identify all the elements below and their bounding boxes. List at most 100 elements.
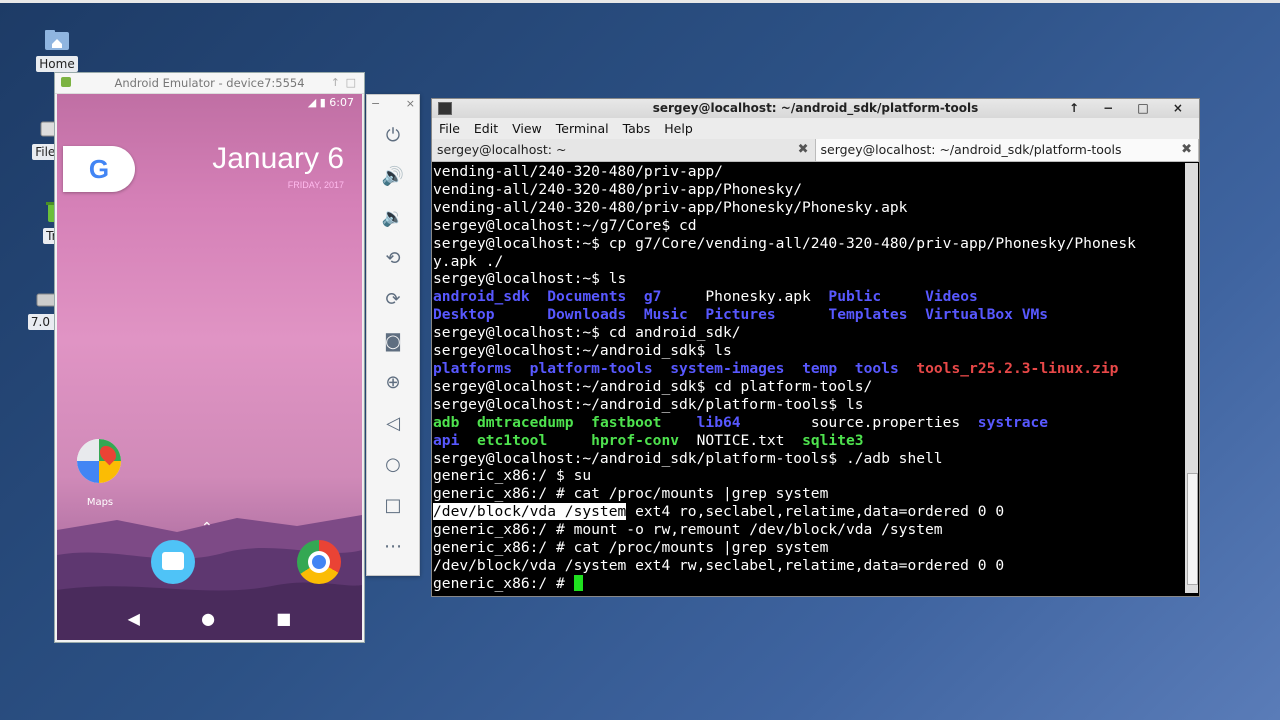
google-logo-icon: G — [88, 154, 110, 184]
back-icon[interactable]: ◁ — [367, 413, 419, 434]
terminal-text: platform-tools — [529, 359, 653, 377]
terminal-titlebar[interactable]: sergey@localhost: ~/android_sdk/platform… — [432, 99, 1199, 118]
terminal-line: generic_x86:/ # cat /proc/mounts |grep s… — [433, 485, 1183, 503]
terminal-text: generic_x86:/ # — [433, 574, 574, 592]
tab-platform-tools[interactable]: sergey@localhost: ~/android_sdk/platform… — [815, 139, 1199, 161]
terminal-line: generic_x86:/ # — [433, 574, 1183, 593]
menu-edit[interactable]: Edit — [474, 121, 498, 136]
menu-file[interactable]: File — [439, 121, 460, 136]
app-drawer-arrow-icon[interactable]: ⌃ — [201, 520, 213, 536]
tab-label: sergey@localhost: ~/android_sdk/platform… — [820, 142, 1122, 157]
toolbar-minimize-icon[interactable]: − — [371, 97, 380, 110]
menu-help[interactable]: Help — [664, 121, 693, 136]
nav-home-icon[interactable]: ● — [201, 609, 215, 628]
terminal-text: hprof-conv — [591, 431, 680, 449]
terminal-text: adb — [433, 413, 460, 431]
home-icon[interactable]: ○ — [367, 454, 419, 475]
terminal-line: vending-all/240-320-480/priv-app/ — [433, 163, 1183, 181]
nav-back-icon[interactable]: ◀ — [128, 609, 140, 628]
terminal-text: Downloads — [547, 306, 627, 324]
terminal-line: /dev/block/vda /system ext4 rw,seclabel,… — [433, 557, 1183, 575]
terminal-line: vending-all/240-320-480/priv-app/Phonesk… — [433, 199, 1183, 217]
terminal-text: system-images — [670, 359, 785, 377]
app-messages[interactable] — [151, 540, 195, 584]
emulator-title: Android Emulator - device7:5554 — [114, 76, 305, 90]
terminal-text: VirtualBox VMs — [925, 306, 1049, 324]
toolbar-close-icon[interactable]: × — [406, 97, 415, 110]
signal-icon: ◢ ▮ — [307, 96, 330, 109]
maximize-icon[interactable]: ↑ — [331, 73, 340, 93]
app-label: Maps — [86, 497, 114, 508]
tab-bar: sergey@localhost: ~ ✖ sergey@localhost: … — [432, 139, 1199, 162]
terminal-text: Videos — [925, 288, 978, 306]
app-chrome[interactable] — [297, 540, 341, 584]
terminal-text: /dev/block/vda /system — [433, 503, 627, 521]
google-search-widget[interactable]: G — [63, 146, 135, 192]
window-controls[interactable]: ↑ − □ × — [1069, 99, 1193, 118]
android-screen[interactable]: ◢ ▮ 6:07 G January 6 FRIDAY, 2017 Maps ⌃… — [57, 94, 362, 640]
menu-terminal[interactable]: Terminal — [556, 121, 609, 136]
more-icon[interactable]: ⋯ — [367, 536, 419, 557]
terminal-text: vending-all/240-320-480/priv-app/Phonesk… — [433, 198, 908, 216]
nav-recents-icon[interactable]: ■ — [276, 609, 291, 628]
overview-icon[interactable]: □ — [367, 495, 419, 516]
terminal-text: Phonesky.apk — [661, 288, 829, 306]
terminal-text: sergey@localhost:~/android_sdk/platform-… — [433, 449, 943, 467]
volume-up-icon[interactable]: 🔊 — [367, 166, 419, 187]
terminal-line: sergey@localhost:~$ cd android_sdk/ — [433, 324, 1183, 342]
terminal-line: adb dmtracedump fastboot lib64 source.pr… — [433, 414, 1183, 432]
terminal-text: temp — [802, 359, 838, 377]
date-subtitle: FRIDAY, 2017 — [287, 180, 344, 190]
terminal-scrollbar[interactable] — [1185, 163, 1198, 593]
date-widget[interactable]: January 6 — [212, 142, 344, 176]
terminal-text: dmtracedump — [476, 413, 574, 431]
terminal-line: sergey@localhost:~$ cp g7/Core/vending-a… — [433, 235, 1183, 253]
terminal-text: sergey@localhost:~/android_sdk$ ls — [433, 342, 732, 360]
rotate-left-icon[interactable]: ⟲ — [367, 248, 419, 269]
terminal-text: Templates — [828, 306, 908, 324]
app-maps[interactable]: Maps — [77, 439, 123, 508]
messages-icon — [162, 552, 184, 570]
terminal-cursor — [573, 574, 583, 591]
terminal-line: android_sdk Documents g7 Phonesky.apk Pu… — [433, 288, 1183, 306]
terminal-text: Desktop — [433, 306, 495, 324]
power-icon[interactable]: ⏻ — [367, 125, 419, 146]
terminal-line: sergey@localhost:~/android_sdk$ ls — [433, 342, 1183, 360]
terminal-text: generic_x86:/ # cat /proc/mounts |grep s… — [433, 539, 829, 557]
emulator-window[interactable]: Android Emulator - device7:5554 ↑ □ ◢ ▮ … — [54, 72, 365, 643]
menu-view[interactable]: View — [512, 121, 542, 136]
terminal-text: api — [433, 431, 460, 449]
tab-close-icon[interactable]: ✖ — [1181, 139, 1192, 161]
volume-down-icon[interactable]: 🔉 — [367, 207, 419, 228]
camera-icon[interactable]: ◙ — [367, 331, 419, 352]
terminal-line: generic_x86:/ # mount -o rw,remount /dev… — [433, 521, 1183, 539]
terminal-output[interactable]: vending-all/240-320-480/priv-app/vending… — [433, 163, 1183, 593]
terminal-text: Public — [828, 288, 882, 306]
terminal-icon — [438, 102, 452, 115]
terminal-line: platforms platform-tools system-images t… — [433, 360, 1183, 378]
tab-close-icon[interactable]: ✖ — [798, 139, 809, 161]
terminal-text: sergey@localhost:~/android_sdk/platform-… — [433, 395, 864, 413]
terminal-text: source.properties — [740, 413, 978, 431]
scrollbar-thumb[interactable] — [1187, 473, 1198, 585]
restore-icon[interactable]: □ — [346, 73, 356, 93]
rotate-right-icon[interactable]: ⟳ — [367, 289, 419, 310]
zoom-icon[interactable]: ⊕ — [367, 372, 419, 393]
terminal-window[interactable]: sergey@localhost: ~/android_sdk/platform… — [431, 98, 1200, 597]
menu-tabs[interactable]: Tabs — [623, 121, 651, 136]
terminal-text: generic_x86:/ # mount -o rw,remount /dev… — [433, 521, 943, 539]
desktop-icon-home[interactable]: Home — [22, 28, 92, 72]
emulator-titlebar[interactable]: Android Emulator - device7:5554 ↑ □ — [55, 73, 364, 94]
terminal-text: platforms — [433, 359, 513, 377]
tab-home[interactable]: sergey@localhost: ~ ✖ — [432, 139, 816, 161]
terminal-text: Documents — [547, 288, 627, 306]
